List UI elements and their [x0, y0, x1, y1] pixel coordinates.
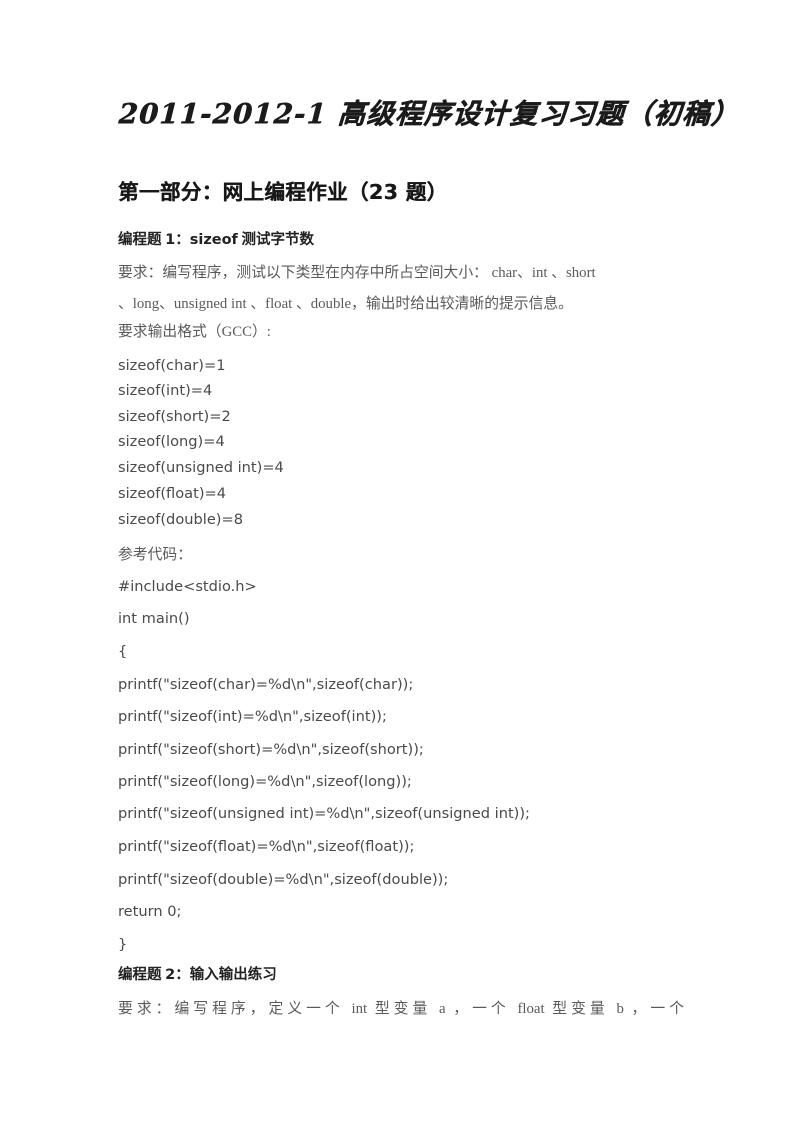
code-line: printf("sizeof(int)=%d\n",sizeof(int));	[118, 708, 387, 725]
problem-1-heading-number: 1	[165, 232, 176, 248]
problem-2-heading-prefix: 编程题	[118, 967, 166, 983]
expected-output-line: sizeof(char)=1	[118, 357, 226, 374]
problem-2-heading: 编程题 2：输入输出练习	[118, 966, 684, 985]
expected-output-line: sizeof(float)=4	[118, 485, 227, 502]
problem-2-requirement-line: 要求：编写程序，定义一个 int 型变量 a ，一个 float 型变量 b ，…	[118, 1001, 684, 1017]
problem-2-heading-suffix: 输入输出练习	[189, 967, 277, 983]
section-heading-part-one: 第一部分：网上编程作业（23 题）	[118, 180, 448, 204]
code-line: printf("sizeof(double)=%d\n",sizeof(doub…	[118, 871, 449, 888]
expected-output-line: sizeof(long)=4	[118, 433, 225, 450]
document-page: 2011-2012-1 高级程序设计复习习题（初稿） 第一部分：网上编程作业（2…	[0, 0, 800, 1132]
code-line: printf("sizeof(unsigned int)=%d\n",sizeo…	[118, 805, 530, 822]
code-line: }	[118, 936, 128, 953]
code-line: return 0;	[118, 903, 182, 920]
problem-1-heading-suffix: 测试字节数	[237, 232, 315, 248]
requirement-label-1: 要求：	[118, 265, 163, 281]
problem-1-heading-prefix: 编程题	[118, 232, 166, 248]
problem-2-heading-sep: ：	[175, 967, 190, 983]
code-line: {	[118, 643, 128, 660]
code-line: printf("sizeof(float)=%d\n",sizeof(float…	[118, 838, 415, 855]
problem-1-reference-code-label: 参考代码：	[118, 547, 192, 563]
expected-output-line: sizeof(int)=4	[118, 382, 213, 399]
problem-1-heading-latin: sizeof	[189, 232, 238, 248]
code-line: printf("sizeof(long)=%d\n",sizeof(long))…	[118, 773, 412, 790]
code-line: printf("sizeof(short)=%d\n",sizeof(short…	[118, 741, 424, 758]
problem-1-heading: 编程题 1：sizeof 测试字节数	[118, 231, 684, 250]
document-title: 2011-2012-1 高级程序设计复习习题（初稿）	[118, 98, 741, 130]
problem-2-heading-number: 2	[165, 967, 176, 983]
problem-1-requirement-line-1: 要求：编写程序，测试以下类型在内存中所占空间大小： char、int 、shor…	[118, 258, 684, 289]
code-line: printf("sizeof(char)=%d\n",sizeof(char))…	[118, 676, 414, 693]
expected-output-line: sizeof(double)=8	[118, 511, 244, 528]
problem-1-requirement-line-2: 、long、unsigned int 、float 、double，输出时给出较…	[118, 296, 573, 312]
code-line: int main()	[118, 610, 190, 627]
expected-output-line: sizeof(unsigned int)=4	[118, 459, 284, 476]
problem-1-heading-sep: ：	[175, 232, 190, 248]
expected-output-line: sizeof(short)=2	[118, 408, 231, 425]
problem-1-output-format-label: 要求输出格式（GCC）:	[118, 324, 271, 340]
requirement-body-1a: 编写程序，测试以下类型在内存中所占空间大小： char、int 、short	[162, 265, 596, 281]
code-line: #include<stdio.h>	[118, 578, 257, 595]
